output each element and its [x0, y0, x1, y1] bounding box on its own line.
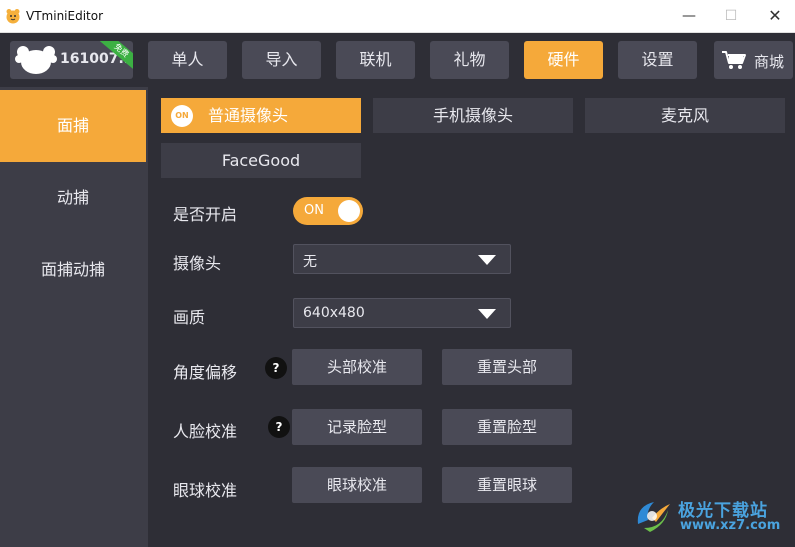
watermark: 极光下载站 www.xz7.com — [632, 490, 792, 540]
enable-toggle[interactable]: ON — [293, 197, 363, 225]
enable-label: 是否开启 — [173, 205, 238, 224]
sidebar-item-face-motion-capture[interactable]: 面捕动捕 — [0, 234, 146, 306]
tab-microphone[interactable]: 麦克风 — [585, 98, 785, 133]
camera-select-value: 无 — [303, 254, 317, 270]
tab-normal-camera[interactable]: ON 普通摄像头 — [161, 98, 361, 133]
window-title: VTminiEditor — [26, 9, 104, 23]
chevron-down-icon — [478, 255, 496, 265]
nav-online-button[interactable]: 联机 — [336, 41, 415, 79]
tab-phone-camera[interactable]: 手机摄像头 — [373, 98, 573, 133]
maximize-button[interactable]: ☐ — [718, 6, 744, 26]
quality-select-value: 640x480 — [303, 305, 365, 321]
toggle-state-text: ON — [304, 203, 324, 218]
nav-import-button[interactable]: 导入 — [242, 41, 321, 79]
reset-eye-button[interactable]: 重置眼球 — [442, 467, 572, 503]
reset-head-button[interactable]: 重置头部 — [442, 349, 572, 385]
sidebar-item-motion-capture[interactable]: 动捕 — [0, 162, 146, 234]
cart-icon — [722, 51, 746, 69]
nav-shop-button[interactable]: 商城 — [714, 41, 793, 79]
reset-face-button[interactable]: 重置脸型 — [442, 409, 572, 445]
watermark-logo-icon — [637, 502, 670, 532]
top-nav-bar: 161007... 免费 单人 导入 联机 礼物 硬件 设置 商城 — [0, 33, 795, 87]
face-calibration-label: 人脸校准 — [173, 422, 238, 441]
sidebar-item-face-capture[interactable]: 面捕 — [0, 90, 146, 162]
minimize-button[interactable]: — — [676, 6, 702, 26]
eye-calibrate-button[interactable]: 眼球校准 — [292, 467, 422, 503]
app-logo-icon — [6, 9, 20, 24]
face-calibration-help-icon[interactable]: ? — [268, 416, 290, 438]
tab-normal-camera-label: 普通摄像头 — [208, 106, 289, 125]
camera-select[interactable]: 无 — [293, 244, 511, 274]
camera-label: 摄像头 — [173, 254, 222, 273]
nav-gift-button[interactable]: 礼物 — [430, 41, 509, 79]
on-badge: ON — [171, 105, 193, 127]
nav-single-button[interactable]: 单人 — [148, 41, 227, 79]
record-face-button[interactable]: 记录脸型 — [292, 409, 422, 445]
quality-select[interactable]: 640x480 — [293, 298, 511, 328]
head-calibrate-button[interactable]: 头部校准 — [292, 349, 422, 385]
watermark-url: www.xz7.com — [680, 518, 781, 533]
toggle-knob — [338, 200, 360, 222]
user-profile-button[interactable]: 161007... 免费 — [10, 41, 133, 79]
angle-offset-label: 角度偏移 — [173, 363, 238, 382]
nav-hardware-button[interactable]: 硬件 — [524, 41, 603, 79]
sidebar: 面捕 动捕 面捕动捕 — [0, 87, 146, 547]
angle-offset-help-icon[interactable]: ? — [265, 357, 287, 379]
title-bar: VTminiEditor — ☐ ✕ — [0, 0, 795, 33]
main-panel: ON 普通摄像头 手机摄像头 麦克风 FaceGood 是否开启 ON 摄像头 … — [148, 87, 795, 547]
shop-label: 商城 — [754, 53, 785, 71]
chevron-down-icon — [478, 309, 496, 319]
quality-label: 画质 — [173, 308, 206, 327]
eye-calibration-label: 眼球校准 — [173, 481, 238, 500]
tab-facegood[interactable]: FaceGood — [161, 143, 361, 178]
nav-settings-button[interactable]: 设置 — [618, 41, 697, 79]
avatar — [15, 46, 57, 74]
close-button[interactable]: ✕ — [762, 6, 788, 26]
app-window: VTminiEditor — ☐ ✕ 161007... 免费 单人 导入 联机… — [0, 0, 795, 547]
